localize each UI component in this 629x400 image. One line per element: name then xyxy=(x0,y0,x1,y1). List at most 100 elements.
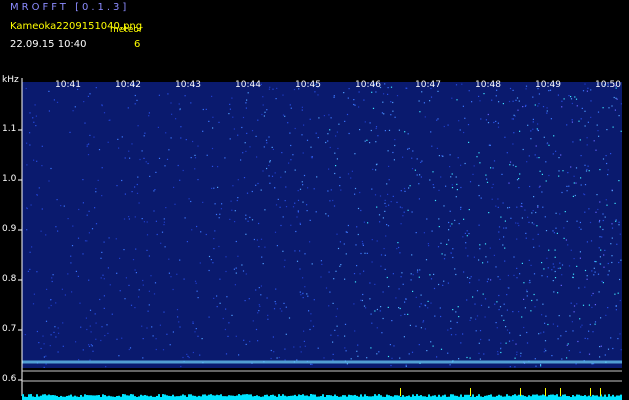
noise-dot xyxy=(270,357,272,360)
noise-dot xyxy=(363,221,365,223)
noise-dot xyxy=(303,340,305,342)
noise-dot xyxy=(217,186,219,188)
noise-dot xyxy=(179,108,181,110)
noise-dot xyxy=(282,94,284,96)
noise-dot xyxy=(593,140,595,142)
noise-dot xyxy=(616,98,618,100)
noise-dot xyxy=(612,126,614,128)
noise-dot xyxy=(252,320,254,322)
noise-dot xyxy=(325,141,327,144)
noise-dot xyxy=(480,338,482,341)
noise-dot xyxy=(495,205,497,207)
noise-dot xyxy=(384,130,386,132)
signal-bar xyxy=(512,395,514,400)
noise-dot xyxy=(455,311,457,313)
noise-dot xyxy=(171,113,173,115)
noise-dot xyxy=(103,307,105,309)
noise-dot xyxy=(267,318,269,320)
noise-dot xyxy=(419,269,421,271)
noise-dot xyxy=(515,343,517,345)
signal-bar xyxy=(406,396,408,400)
signal-bar xyxy=(124,394,126,400)
noise-dot xyxy=(615,305,617,307)
noise-dot xyxy=(531,212,533,214)
signal-bar xyxy=(528,395,530,400)
noise-dot xyxy=(415,296,417,298)
noise-dot xyxy=(585,170,588,172)
noise-dot xyxy=(521,262,523,264)
noise-dot xyxy=(409,185,411,187)
signal-bar xyxy=(144,395,146,400)
signal-bar xyxy=(142,395,144,400)
noise-dot xyxy=(301,109,303,111)
noise-dot xyxy=(229,138,231,140)
noise-dot xyxy=(520,355,522,357)
noise-dot xyxy=(407,148,409,150)
signal-bar xyxy=(344,395,346,400)
signal-bar xyxy=(534,394,536,400)
noise-dot xyxy=(273,351,275,353)
noise-dot xyxy=(195,328,197,330)
noise-dot xyxy=(580,177,582,179)
signal-bar xyxy=(414,396,416,400)
noise-dot xyxy=(340,189,342,191)
noise-dot xyxy=(376,206,378,208)
signal-bar xyxy=(170,396,172,400)
noise-dot xyxy=(142,357,144,359)
noise-dot xyxy=(513,114,515,116)
noise-dot xyxy=(611,190,613,192)
noise-dot xyxy=(420,327,422,329)
noise-dot xyxy=(448,221,450,224)
noise-dot xyxy=(235,272,237,274)
noise-dot xyxy=(526,295,528,297)
noise-dot xyxy=(545,315,547,317)
noise-dot xyxy=(427,243,429,245)
noise-dot xyxy=(333,96,335,98)
signal-bar xyxy=(398,395,400,400)
noise-dot xyxy=(55,226,57,228)
noise-dot xyxy=(504,247,506,249)
signal-bar xyxy=(46,395,48,400)
noise-dot xyxy=(398,129,400,131)
noise-dot xyxy=(458,120,460,122)
noise-dot xyxy=(496,327,498,329)
noise-dot xyxy=(369,122,371,124)
signal-bar xyxy=(352,395,354,400)
noise-dot xyxy=(43,356,45,358)
signal-bar xyxy=(184,395,186,400)
noise-dot xyxy=(465,247,467,249)
noise-dot xyxy=(429,274,431,276)
signal-bar xyxy=(468,394,470,400)
noise-dot xyxy=(214,230,216,232)
noise-dot xyxy=(488,212,490,214)
signal-bar xyxy=(432,395,434,400)
noise-dot xyxy=(442,155,444,157)
noise-dot xyxy=(411,351,414,353)
noise-dot xyxy=(541,314,543,316)
noise-dot xyxy=(566,357,568,359)
noise-dot xyxy=(493,121,495,124)
noise-dot xyxy=(456,99,458,101)
noise-dot xyxy=(542,206,544,208)
noise-dot xyxy=(390,101,392,103)
noise-dot xyxy=(403,336,405,338)
noise-dot xyxy=(151,326,153,328)
noise-dot xyxy=(602,213,604,215)
noise-dot xyxy=(155,348,157,351)
noise-dot xyxy=(479,244,481,246)
noise-dot xyxy=(494,303,496,305)
noise-dot xyxy=(470,317,472,319)
noise-dot xyxy=(533,196,535,198)
signal-bar xyxy=(602,396,604,400)
noise-dot xyxy=(77,237,80,239)
noise-dot xyxy=(138,296,140,298)
noise-dot xyxy=(516,238,518,240)
noise-dot xyxy=(476,315,479,317)
noise-dot xyxy=(191,229,193,231)
noise-dot xyxy=(195,282,197,284)
noise-dot xyxy=(480,118,482,120)
noise-dot xyxy=(380,306,382,308)
noise-dot xyxy=(492,183,494,185)
noise-dot xyxy=(135,272,137,274)
noise-dot xyxy=(552,280,554,282)
